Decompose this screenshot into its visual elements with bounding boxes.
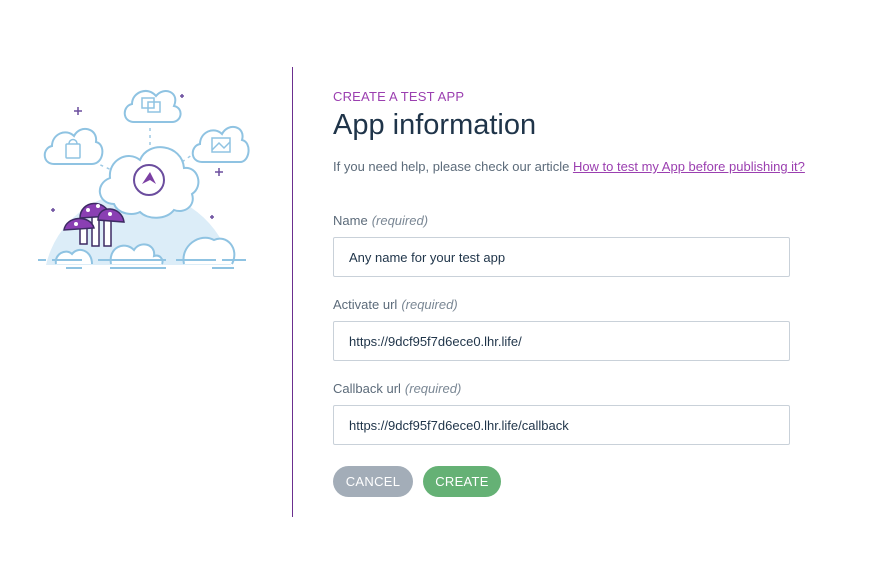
name-required-hint: (required) (371, 213, 429, 228)
help-text: If you need help, please check our artic… (333, 159, 805, 174)
brand-logo-icon (133, 164, 165, 196)
create-button[interactable]: CREATE (423, 466, 501, 497)
callback-url-field[interactable] (333, 405, 790, 445)
activate-url-required-hint: (required) (401, 297, 458, 312)
name-field[interactable] (333, 237, 790, 277)
callback-url-required-hint: (required) (404, 381, 462, 396)
activate-url-label: Activate url (required) (333, 297, 458, 312)
page-eyebrow: CREATE A TEST APP (333, 89, 465, 104)
name-label-text: Name (333, 213, 368, 228)
help-text-prefix: If you need help, please check our artic… (333, 159, 573, 174)
cancel-button[interactable]: CANCEL (333, 466, 413, 497)
page-title: App information (333, 109, 537, 141)
help-article-link[interactable]: How to test my App before publishing it? (573, 159, 805, 174)
activate-url-label-text: Activate url (333, 297, 398, 312)
cloud-illustration (36, 80, 251, 280)
callback-url-label: Callback url (required) (333, 381, 461, 396)
callback-url-label-text: Callback url (333, 381, 401, 396)
vertical-divider (292, 67, 293, 517)
activate-url-field[interactable] (333, 321, 790, 361)
name-label: Name (required) (333, 213, 428, 228)
